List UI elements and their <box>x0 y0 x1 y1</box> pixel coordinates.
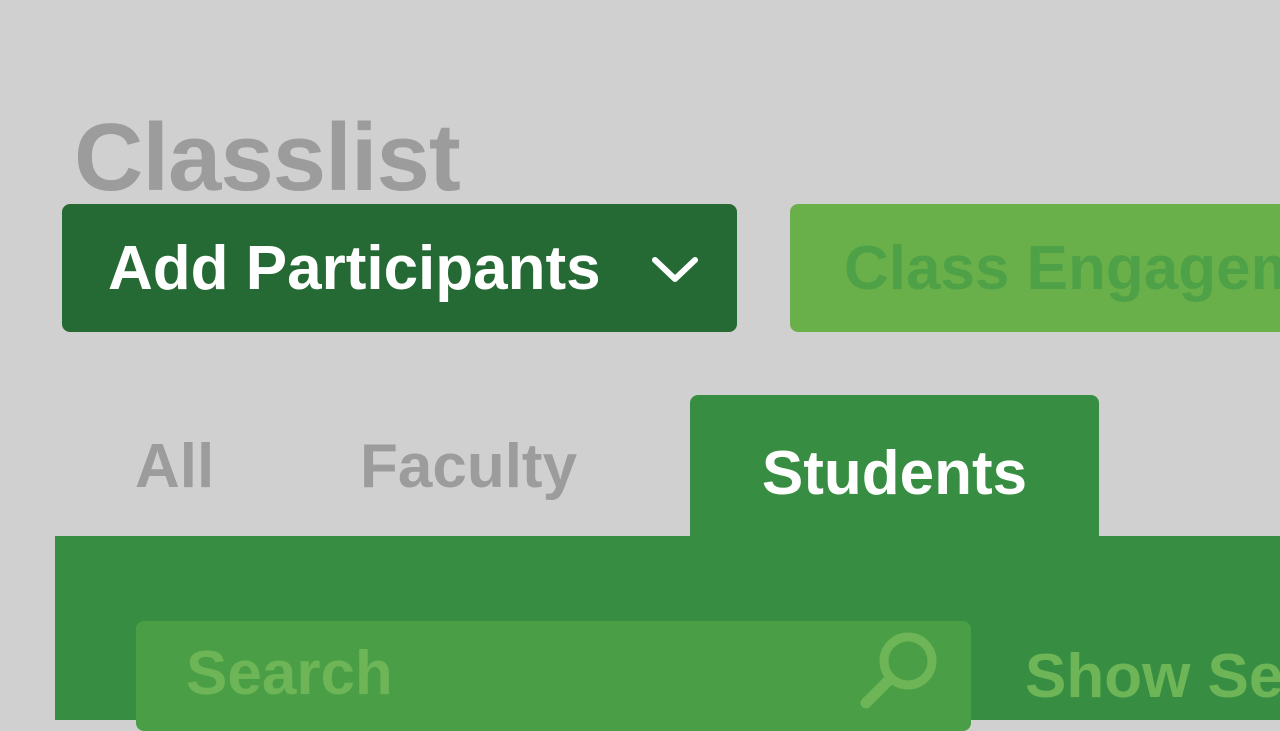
search-icon[interactable] <box>856 621 946 711</box>
search-field[interactable] <box>136 621 971 731</box>
tab-students-label: Students <box>761 439 1028 508</box>
tab-all[interactable]: All <box>135 436 214 498</box>
page-title: Classlist <box>74 104 461 212</box>
tab-students[interactable]: Students <box>690 395 1099 540</box>
tab-faculty[interactable]: Faculty <box>360 436 577 498</box>
show-settings-link[interactable]: Show Se <box>1025 646 1280 708</box>
add-participants-button[interactable]: Add Participants <box>62 204 737 332</box>
search-input[interactable] <box>186 637 826 709</box>
class-engagement-button[interactable]: Class Engagem <box>790 204 1280 332</box>
students-panel: Show Se <box>55 536 1280 731</box>
chevron-down-icon <box>652 257 698 282</box>
class-engagement-label: Class Engagem <box>844 233 1280 303</box>
add-participants-label: Add Participants <box>108 233 601 303</box>
